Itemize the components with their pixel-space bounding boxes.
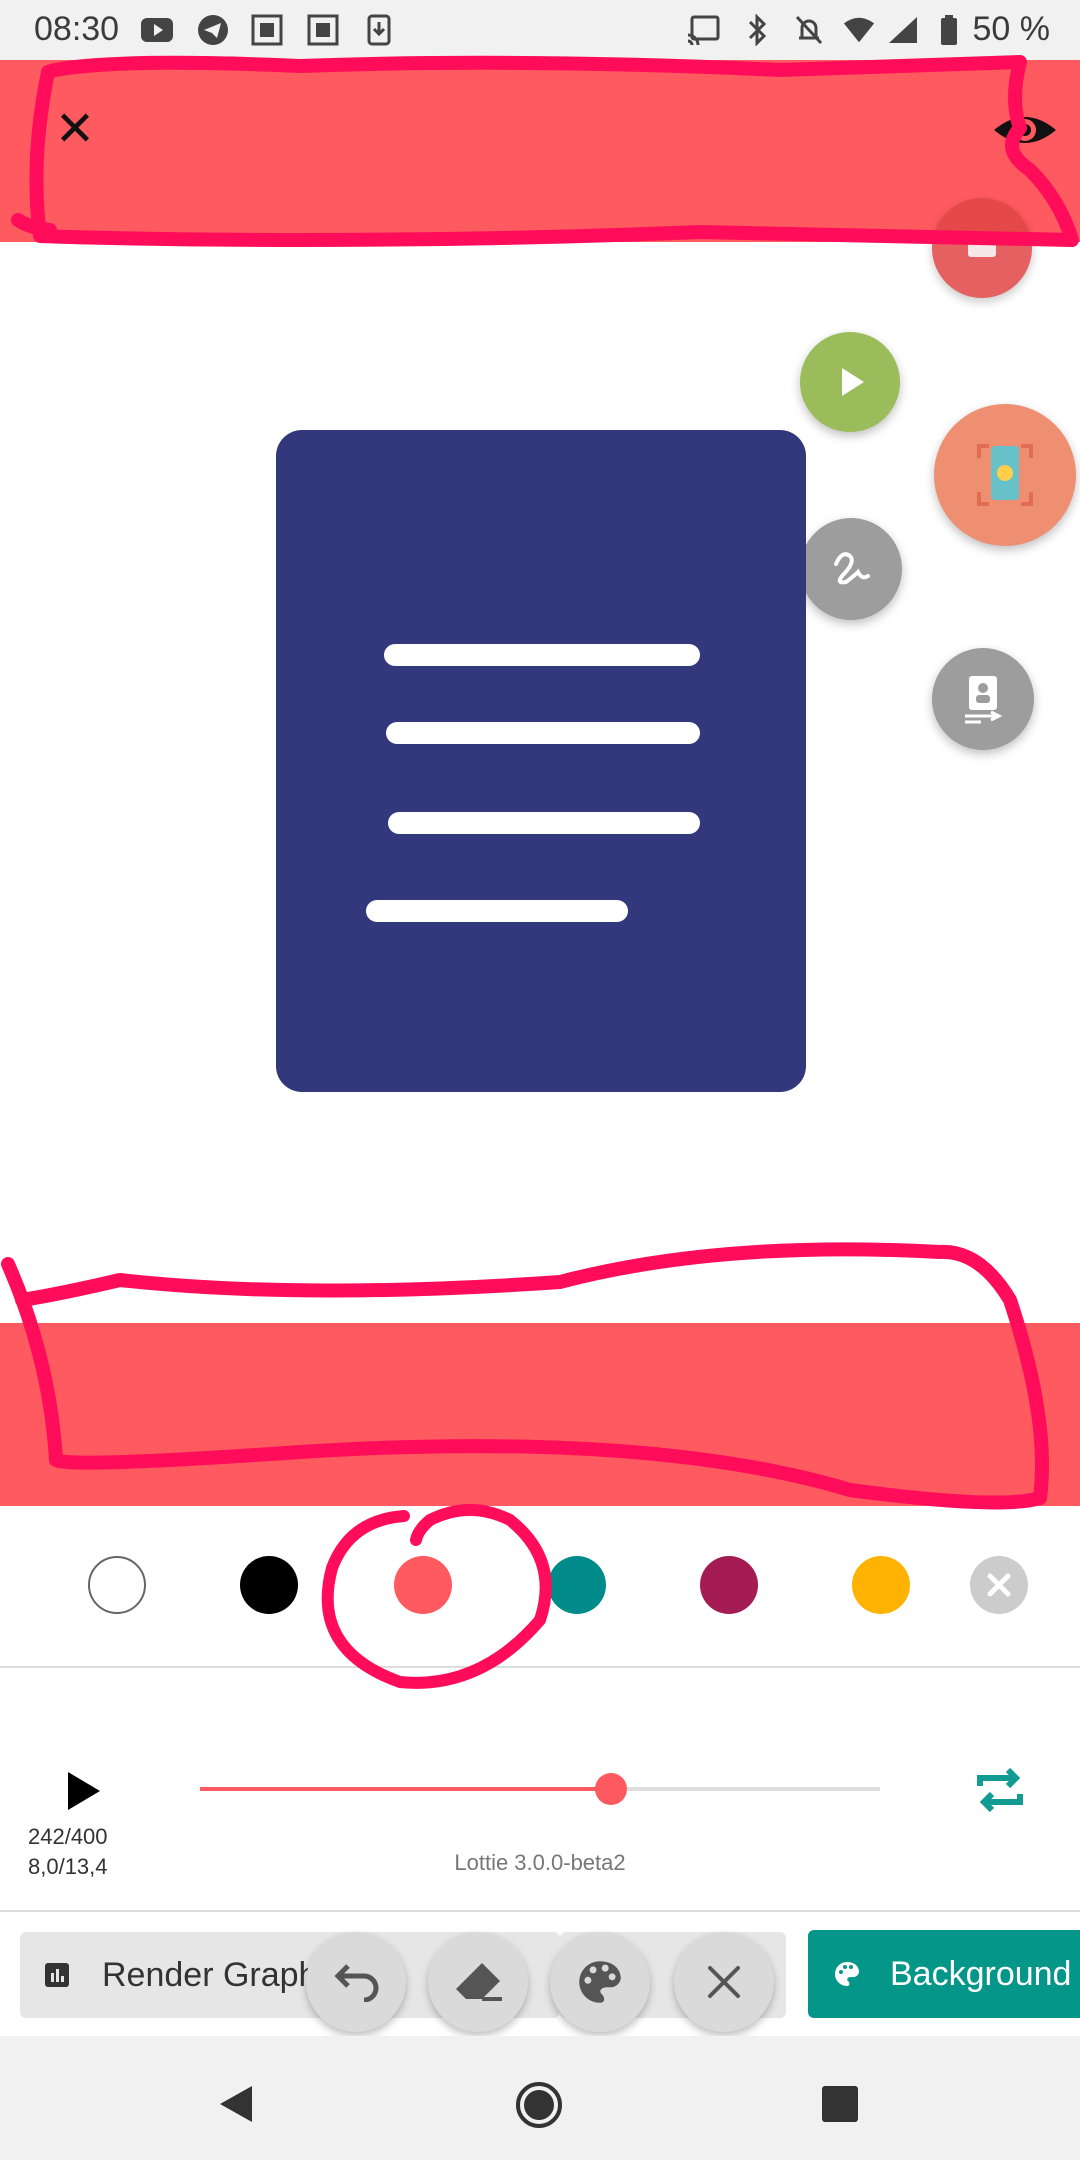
screen-record-icon[interactable] [934,404,1076,546]
bluetooth-icon [740,14,774,46]
swatch-magenta[interactable] [700,1556,758,1614]
status-time: 08:30 [34,10,120,48]
close-icon[interactable] [674,1932,774,2032]
screenshot-icon [306,14,340,46]
battery-icon [932,14,966,46]
play-button[interactable] [58,1766,108,1816]
battery-percentage: 50 % [972,10,1051,48]
chart-icon [45,1963,69,1987]
document-line [386,722,700,744]
palette-icon[interactable] [550,1932,650,2032]
home-icon[interactable] [514,2080,564,2135]
back-icon[interactable] [214,2082,258,2131]
swatch-black[interactable] [240,1556,298,1614]
close-circle-icon[interactable] [970,1556,1028,1614]
seek-bar-thumb[interactable] [595,1773,628,1805]
undo-icon[interactable] [306,1932,406,2032]
play-icon[interactable] [800,332,900,432]
draw-icon[interactable] [800,518,902,620]
screenshot-icon [250,14,284,46]
close-icon[interactable]: ✕ [50,105,100,155]
version-label: Lottie 3.0.0-beta2 [454,1850,626,1875]
recents-icon[interactable] [820,2084,860,2129]
wifi-icon [842,14,876,46]
status-bar: 08:30 50 % [0,0,1080,60]
swatch-coral[interactable] [394,1556,452,1614]
stop-icon[interactable] [932,198,1032,298]
document-illustration [276,430,806,1092]
document-line [366,900,628,922]
repeat-icon[interactable] [970,1762,1030,1818]
cast-icon [686,14,720,46]
document-line [388,812,700,834]
swatch-amber[interactable] [852,1556,910,1614]
toolbar [0,60,1080,242]
seek-bar[interactable] [200,1773,880,1805]
swatch-teal[interactable] [548,1556,606,1614]
background-chip[interactable]: Background [808,1930,1080,2018]
frame-counter: 242/400 [28,1824,108,1849]
signal-icon [886,14,920,46]
download-icon [362,14,396,46]
background-label: Background [890,1954,1072,1993]
youtube-icon [140,14,174,46]
divider [0,1666,1080,1668]
color-palette [0,1508,1080,1668]
document-line [384,644,700,666]
render-graph-label: Render Graph [102,1955,318,1994]
eraser-icon[interactable] [428,1932,528,2032]
export-icon[interactable] [932,648,1034,750]
seek-bar-progress [200,1787,612,1791]
palette-icon [835,1962,859,1986]
telegram-icon [196,14,230,46]
eye-icon[interactable] [990,100,1060,160]
background-band [0,1323,1080,1506]
divider [0,1910,1080,1912]
swatch-white[interactable] [88,1556,146,1614]
navigation-bar [0,2036,1080,2160]
notifications-off-icon [792,14,826,46]
